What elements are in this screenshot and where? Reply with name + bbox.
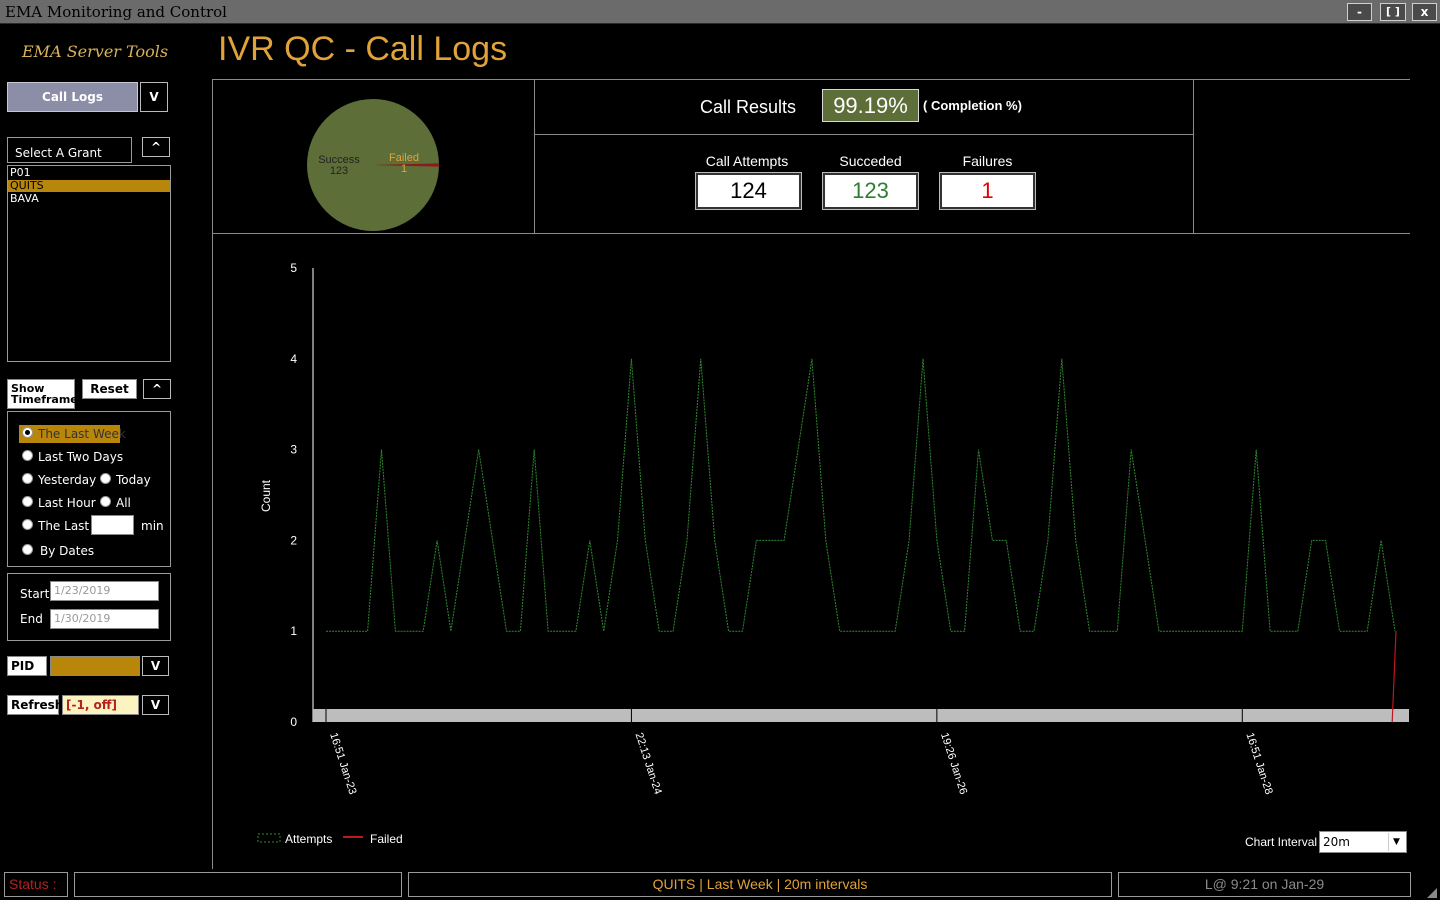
pie-success-value: 123 xyxy=(330,165,348,177)
view-button[interactable]: Call Logs xyxy=(7,82,138,112)
divider xyxy=(212,79,1410,80)
divider xyxy=(534,79,535,234)
status-label: Status : xyxy=(4,872,68,897)
radio-last-two-days[interactable] xyxy=(22,450,33,461)
option-yesterday-label[interactable]: Yesterday xyxy=(38,473,96,487)
succeeded-value: 123 xyxy=(822,172,919,210)
legend-failed-label: Failed xyxy=(370,832,403,846)
timeframe-panel: The Last Week Last Two Days Yesterday To… xyxy=(7,411,171,567)
grant-header: Select A Grant xyxy=(7,137,132,163)
option-all-label[interactable]: All xyxy=(116,496,131,510)
app-title: EMA Monitoring and Control xyxy=(5,3,227,21)
option-last-two-days-label[interactable]: Last Two Days xyxy=(38,450,123,464)
end-date-field[interactable]: 1/30/2019 xyxy=(50,609,159,629)
pid-label: PID xyxy=(7,656,47,676)
pid-dropdown-button[interactable]: V xyxy=(142,656,169,676)
grant-item[interactable]: BAVA xyxy=(10,193,168,205)
view-dropdown-button[interactable]: V xyxy=(140,82,168,112)
grant-list[interactable]: P01 QUITS BAVA xyxy=(7,165,171,362)
y-tick-label: 0 xyxy=(290,715,297,729)
radio-last-week[interactable] xyxy=(22,427,33,438)
maximize-button[interactable]: [ ] xyxy=(1380,3,1406,21)
attempts-value: 124 xyxy=(695,172,802,210)
status-message xyxy=(74,872,402,897)
attempts-label: Call Attempts xyxy=(705,153,789,169)
option-last-hour-label[interactable]: Last Hour xyxy=(38,496,96,510)
y-axis: 0 1 2 3 4 5 xyxy=(290,261,314,729)
divider xyxy=(534,134,1194,135)
refresh-button[interactable]: Refresh xyxy=(7,695,63,715)
y-tick-label: 3 xyxy=(290,443,297,457)
x-axis-band xyxy=(313,709,1409,722)
y-tick-label: 2 xyxy=(290,533,297,547)
pie-failed-value: 1 xyxy=(401,163,407,175)
completion-suffix: ( Completion %) xyxy=(923,98,1022,113)
failures-label: Failures xyxy=(962,153,1013,169)
call-results-label: Call Results xyxy=(700,97,797,117)
y-tick-label: 1 xyxy=(290,624,297,638)
date-range-panel: Start 1/23/2019 End 1/30/2019 xyxy=(7,573,171,641)
grant-item[interactable]: P01 xyxy=(10,167,168,179)
page-title: IVR QC - Call Logs xyxy=(218,30,508,68)
legend-attempts-label: Attempts xyxy=(285,832,332,846)
show-timeframe-label: Show Timeframe xyxy=(7,379,78,409)
grant-collapse-button[interactable]: ^ xyxy=(142,137,170,157)
status-summary: QUITS | Last Week | 20m intervals xyxy=(408,872,1112,897)
y-tick-label: 4 xyxy=(290,352,297,366)
chart-interval-value: 20m xyxy=(1323,835,1350,849)
attempts-series-line xyxy=(326,358,1396,632)
start-date-field[interactable]: 1/23/2019 xyxy=(50,581,159,601)
failed-series-line xyxy=(1391,631,1397,723)
radio-yesterday[interactable] xyxy=(22,473,33,484)
radio-the-last[interactable] xyxy=(22,519,33,530)
radio-all[interactable] xyxy=(100,496,111,507)
minimize-button[interactable]: - xyxy=(1347,3,1372,21)
chart-interval-select[interactable]: 20m ▼ xyxy=(1319,831,1407,853)
brand-logo: EMA Server Tools xyxy=(22,42,169,61)
succeeded-label: Succeded xyxy=(839,153,902,169)
grant-item-selected[interactable]: QUITS xyxy=(8,180,170,192)
y-axis-label: Count xyxy=(259,479,273,512)
divider xyxy=(1193,79,1194,234)
chart-series xyxy=(326,358,1397,723)
option-last-week-label[interactable]: The Last Week xyxy=(38,427,126,441)
radio-last-hour[interactable] xyxy=(22,496,33,507)
result-pie-chart: Success 123 Failed 1 xyxy=(307,99,439,231)
status-login: L@ 9:21 on Jan-29 xyxy=(1118,872,1411,897)
option-the-last-label[interactable]: The Last xyxy=(38,519,89,533)
chart-interval-label: Chart Interval xyxy=(1245,835,1318,849)
close-button[interactable]: x xyxy=(1412,3,1437,21)
grant-label: Select A Grant xyxy=(15,146,102,160)
x-tick-label: 16:51 Jan-28 xyxy=(1243,731,1274,796)
reset-button[interactable]: Reset xyxy=(82,379,137,399)
completion-value: 99.19% xyxy=(822,89,919,122)
end-label: End xyxy=(20,612,43,626)
x-axis: 16:51 Jan-23 22:13 Jan-24 19:26 Jan-26 16:5… xyxy=(313,709,1409,796)
refresh-interval-field[interactable]: [-1, off] xyxy=(62,695,139,715)
option-by-dates-label[interactable]: By Dates xyxy=(40,544,94,558)
start-label: Start xyxy=(20,587,50,601)
call-log-chart: 0 1 2 3 4 5 16:51 Jan-23 22:13 Jan-24 19:26 Jan… xyxy=(257,261,1409,846)
minutes-input[interactable] xyxy=(91,515,134,535)
radio-today[interactable] xyxy=(100,473,111,484)
resize-grip-icon[interactable] xyxy=(1426,884,1438,898)
minutes-unit-label: min xyxy=(141,519,164,533)
title-bar: EMA Monitoring and Control - [ ] x xyxy=(0,0,1440,24)
failures-value: 1 xyxy=(939,172,1036,210)
option-today-label[interactable]: Today xyxy=(116,473,151,487)
x-tick-label: 19:26 Jan-26 xyxy=(938,731,969,796)
legend-attempts-swatch xyxy=(257,833,281,843)
radio-by-dates[interactable] xyxy=(22,544,33,555)
chevron-down-icon: ▼ xyxy=(1388,833,1404,851)
timeframe-collapse-button[interactable]: ^ xyxy=(143,379,171,399)
pid-select[interactable] xyxy=(50,656,140,676)
x-tick-label: 22:13 Jan-24 xyxy=(633,731,664,796)
refresh-dropdown-button[interactable]: V xyxy=(142,695,169,715)
x-tick-label: 16:51 Jan-23 xyxy=(327,731,358,796)
y-tick-label: 5 xyxy=(290,261,297,275)
